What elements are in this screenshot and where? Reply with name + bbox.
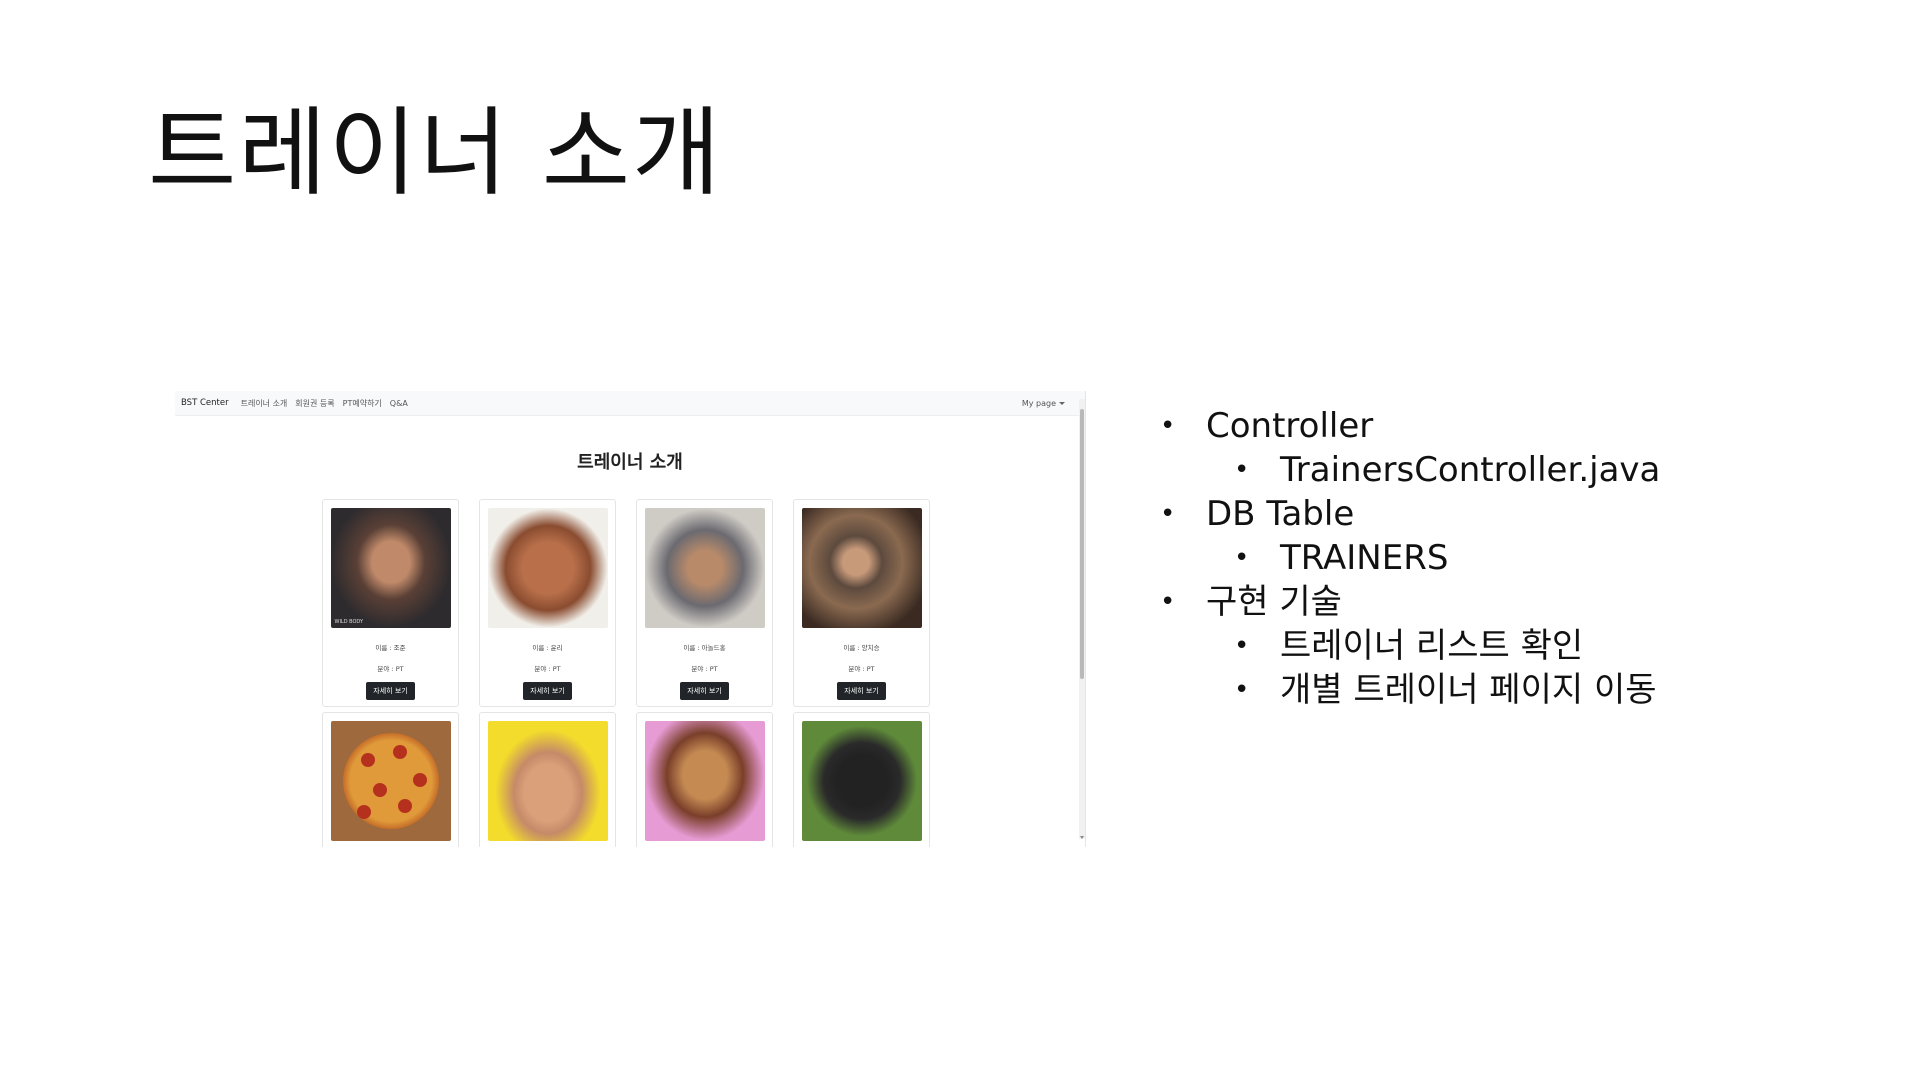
- photo-watermark: WILD BODY: [334, 619, 364, 625]
- trainer-card: 이름 : 윤리 분야 : PT 자세히 보기: [479, 499, 616, 707]
- nav-link-pt-booking[interactable]: PT예약하기: [343, 398, 382, 409]
- trainer-name: 이름 : 윤리: [532, 644, 563, 652]
- plaid-shirt-man-photo[interactable]: [801, 508, 922, 628]
- bullet-list: Controller TrainersController.java DB Ta…: [1160, 404, 1660, 712]
- nav-link-membership[interactable]: 회원권 등록: [295, 398, 334, 409]
- navbar: BST Center 트레이너 소개 회원권 등록 PT예약하기 Q&A My …: [175, 391, 1085, 416]
- detail-button[interactable]: 자세히 보기: [837, 682, 886, 700]
- trainer-card: 이름 : 양치승 분야 : PT 자세히 보기: [793, 499, 930, 707]
- trainer-field: 분야 : PT: [534, 665, 561, 673]
- bodybuilder-photo[interactable]: [487, 508, 608, 628]
- trainer-card: 이름 : 아놀드홍 분야 : PT 자세히 보기: [636, 499, 773, 707]
- detail-button[interactable]: 자세히 보기: [523, 682, 572, 700]
- bullet-item: Controller: [1160, 404, 1660, 448]
- monkey-photo[interactable]: [801, 721, 922, 841]
- slide-title: 트레이너 소개: [148, 97, 723, 209]
- trainer-grid: WILD BODY 이름 : 조준 분야 : PT 자세히 보기 이름 : 윤리…: [322, 499, 930, 847]
- trainer-field: 분야 : PT: [848, 665, 875, 673]
- caret-down-icon: [1059, 401, 1065, 405]
- nav-link-qna[interactable]: Q&A: [390, 399, 408, 408]
- trainer-name: 이름 : 양치승: [843, 644, 880, 652]
- bullet-subitem: 트레이너 리스트 확인: [1160, 624, 1660, 668]
- trainer-card: [793, 712, 930, 847]
- trainer-name: 이름 : 아놀드홍: [683, 644, 726, 652]
- detail-button[interactable]: 자세히 보기: [680, 682, 729, 700]
- trainer-card: [479, 712, 616, 847]
- trainer-card: [322, 712, 459, 847]
- pizza-photo[interactable]: [330, 721, 451, 841]
- yellow-bg-man-photo[interactable]: [487, 721, 608, 841]
- trainer-field: 분야 : PT: [377, 665, 404, 673]
- chair-man-photo[interactable]: [644, 508, 765, 628]
- brand-link[interactable]: BST Center: [181, 398, 229, 408]
- page-heading: 트레이너 소개: [577, 452, 683, 473]
- muscle-man-photo[interactable]: WILD BODY: [330, 508, 451, 628]
- bullet-item: 구현 기술: [1160, 580, 1660, 624]
- detail-button[interactable]: 자세히 보기: [366, 682, 415, 700]
- trainer-name: 이름 : 조준: [375, 644, 406, 652]
- trainer-field: 분야 : PT: [691, 665, 718, 673]
- mypage-label: My page: [1021, 398, 1056, 408]
- trainer-card: WILD BODY 이름 : 조준 분야 : PT 자세히 보기: [322, 499, 459, 707]
- pig-character-photo[interactable]: [644, 721, 765, 841]
- scrollbar-thumb[interactable]: [1080, 409, 1084, 679]
- nav-link-trainers[interactable]: 트레이너 소개: [241, 398, 288, 409]
- browser-screenshot: BST Center 트레이너 소개 회원권 등록 PT예약하기 Q&A My …: [175, 391, 1086, 847]
- bullet-subitem: 개별 트레이너 페이지 이동: [1160, 668, 1660, 712]
- scroll-down-arrow-icon[interactable]: [1080, 836, 1084, 839]
- trainer-card: [636, 712, 773, 847]
- scrollbar[interactable]: [1079, 399, 1085, 839]
- bullet-item: DB Table: [1160, 492, 1660, 536]
- bullet-subitem: TRAINERS: [1160, 536, 1660, 580]
- mypage-dropdown[interactable]: My page: [1022, 399, 1065, 408]
- bullet-subitem: TrainersController.java: [1160, 448, 1660, 492]
- pizza-shape: [342, 733, 439, 829]
